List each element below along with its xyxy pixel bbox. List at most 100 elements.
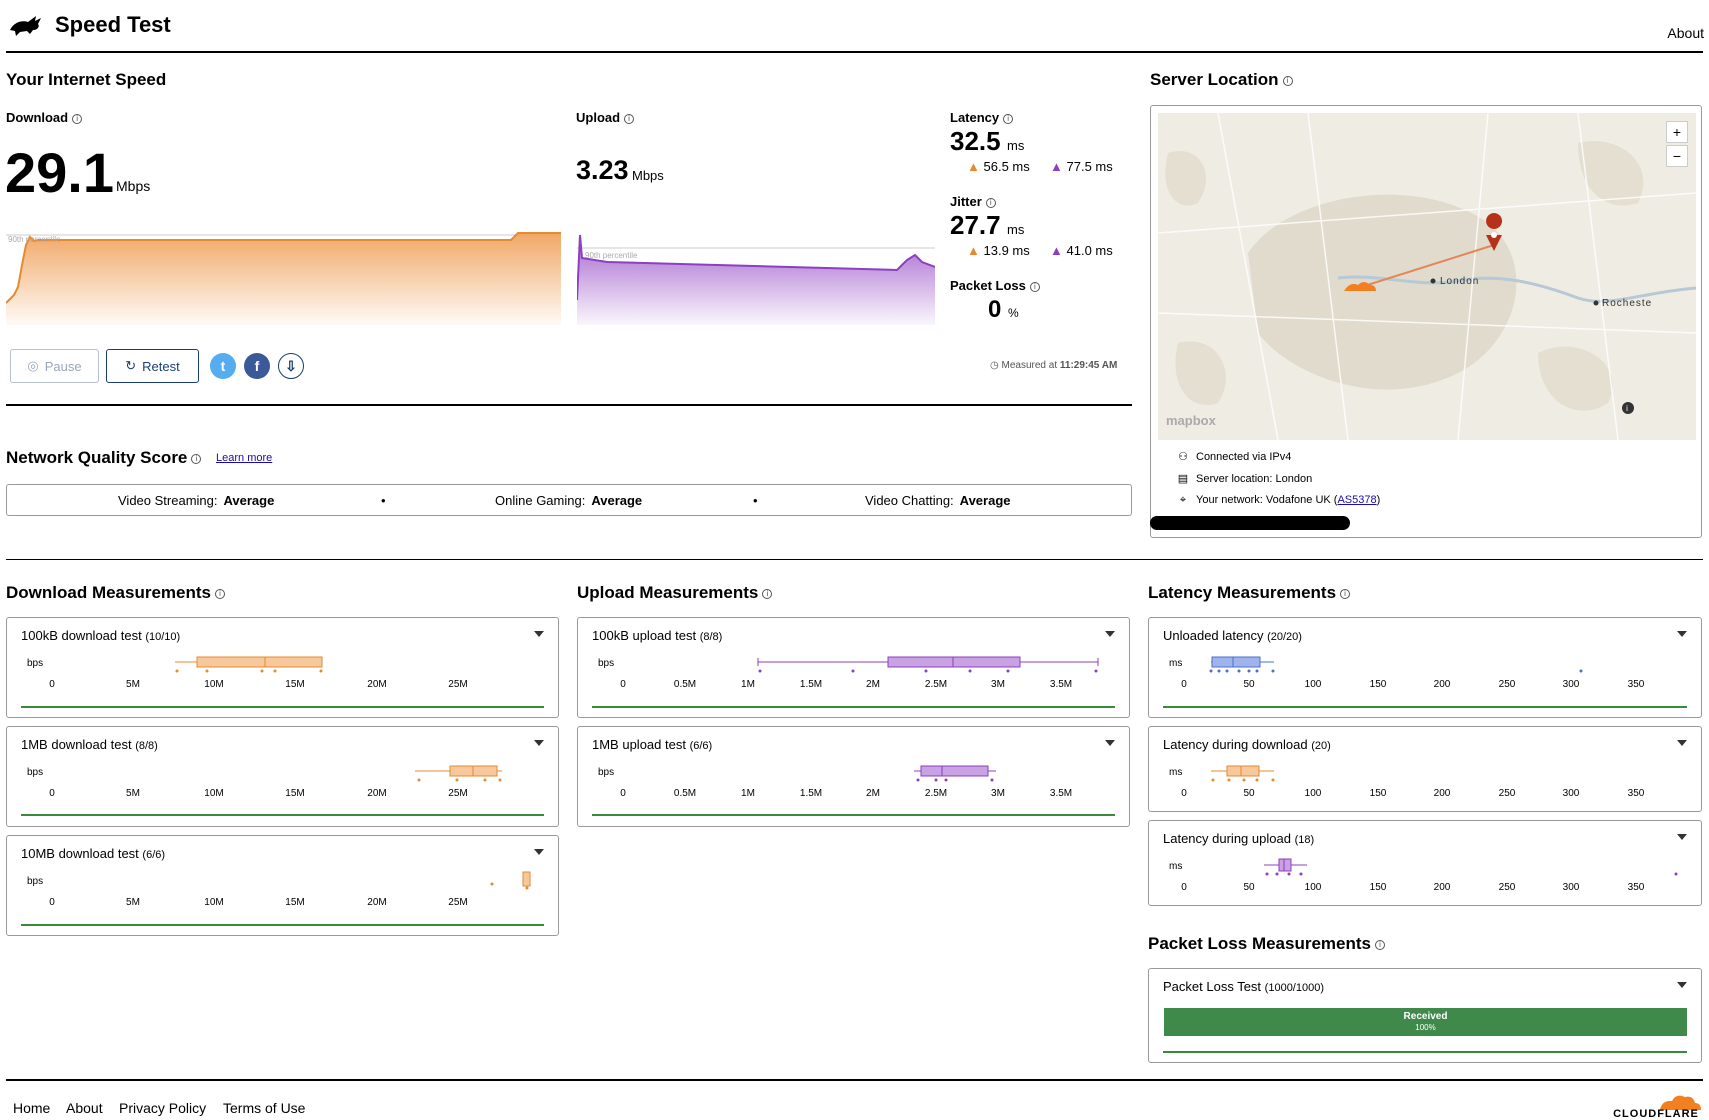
- speed-divider: [6, 404, 1132, 406]
- info-icon[interactable]: i: [762, 588, 773, 599]
- chevron-down-icon[interactable]: [1677, 982, 1687, 988]
- learn-more-link[interactable]: Learn more: [216, 452, 272, 464]
- server-map[interactable]: i London Rocheste mapbox + −: [1158, 113, 1696, 440]
- chevron-down-icon[interactable]: [1677, 834, 1687, 840]
- tick-label: 100: [1304, 788, 1322, 799]
- chevron-down-icon[interactable]: [534, 740, 544, 746]
- pause-button[interactable]: ◎ Pause: [10, 349, 99, 383]
- tick-label: 3M: [991, 788, 1005, 799]
- info-icon[interactable]: i: [1003, 113, 1014, 124]
- success-line: [1163, 1051, 1687, 1053]
- tick-label: 300: [1562, 788, 1580, 799]
- twitter-share-icon[interactable]: t: [210, 353, 236, 379]
- tick-label: 5M: [126, 788, 140, 799]
- upload-test-card: 100kB upload test (8/8) bps 0 0.5M 1M 1.…: [577, 617, 1130, 718]
- box-plot: [757, 656, 1099, 673]
- info-icon[interactable]: i: [1029, 281, 1040, 292]
- tick-label: 20M: [367, 788, 387, 799]
- tick-label: 350: [1627, 882, 1645, 893]
- tick-label: 15M: [285, 788, 305, 799]
- box-plot: [914, 765, 996, 782]
- tick-label: 0: [49, 897, 55, 908]
- speed-section-title: Your Internet Speed: [6, 70, 167, 89]
- success-line: [21, 814, 544, 816]
- tick-label: 200: [1433, 882, 1451, 893]
- info-icon[interactable]: i: [72, 113, 83, 124]
- tick-label: 50: [1243, 679, 1255, 690]
- footer-home-link[interactable]: Home: [13, 1100, 50, 1116]
- info-icon[interactable]: i: [1282, 75, 1293, 86]
- network-quality-title: Network Quality Score i: [6, 448, 202, 468]
- latency-download: ▲ 56.5 ms: [967, 159, 1030, 174]
- footer-terms-link[interactable]: Terms of Use: [223, 1100, 305, 1116]
- cloudflare-logo[interactable]: CLOUDFLARE: [1608, 1090, 1704, 1120]
- latency-measurements-title: Latency Measurements i: [1148, 583, 1351, 603]
- info-icon[interactable]: i: [1375, 939, 1385, 950]
- info-icon[interactable]: i: [191, 453, 202, 464]
- nq-video-chatting: Video Chatting: Average: [865, 493, 1011, 508]
- tick-label: 25M: [448, 788, 468, 799]
- tick-label: 5M: [126, 897, 140, 908]
- tick-label: 3.5M: [1049, 679, 1073, 690]
- header-divider: [6, 51, 1703, 53]
- download-results-icon[interactable]: ⇩: [278, 353, 304, 379]
- latency-test-card: Latency during upload (18) ms 0 50 100 1…: [1148, 820, 1702, 906]
- chevron-down-icon[interactable]: [1105, 631, 1115, 637]
- box-plot: [1209, 656, 1583, 673]
- mapbox-attribution[interactable]: mapbox: [1166, 413, 1216, 428]
- packet-loss-unit: %: [1008, 306, 1019, 320]
- tick-label: 150: [1369, 882, 1387, 893]
- tick-label: 300: [1562, 882, 1580, 893]
- tick-label: 0.5M: [673, 679, 697, 690]
- jitter-value: 27.7: [950, 210, 1001, 240]
- nq-dot: •: [753, 493, 758, 508]
- packet-loss-label: Packet Loss i: [950, 278, 1040, 293]
- zoom-in-button[interactable]: +: [1666, 121, 1688, 143]
- tick-label: 300: [1562, 679, 1580, 690]
- upload-value: 3.23: [576, 155, 629, 185]
- tick-label: 0: [620, 788, 626, 799]
- chevron-down-icon[interactable]: [534, 631, 544, 637]
- header-about-link[interactable]: About: [1667, 25, 1704, 41]
- chevron-down-icon[interactable]: [534, 849, 544, 855]
- chevron-down-icon[interactable]: [1677, 631, 1687, 637]
- tick-label: 20M: [367, 679, 387, 690]
- info-icon[interactable]: i: [624, 113, 635, 124]
- tick-label: 0: [49, 679, 55, 690]
- tick-label: 250: [1498, 788, 1516, 799]
- jitter-upload: ▲ 41.0 ms: [1050, 243, 1113, 258]
- rabbit-logo-icon[interactable]: [8, 12, 44, 43]
- info-icon[interactable]: i: [215, 588, 225, 599]
- tick-label: 200: [1433, 788, 1451, 799]
- facebook-share-icon[interactable]: f: [244, 353, 270, 379]
- footer-divider: [6, 1079, 1703, 1081]
- asn-link[interactable]: AS5378: [1337, 494, 1376, 506]
- retest-button[interactable]: ↻ Retest: [106, 349, 199, 383]
- info-icon[interactable]: i: [1340, 588, 1351, 599]
- tick-label: 200: [1433, 679, 1451, 690]
- success-line: [592, 814, 1115, 816]
- upload-measurements-title: Upload Measurements i: [577, 583, 773, 603]
- chevron-down-icon[interactable]: [1105, 740, 1115, 746]
- footer-privacy-link[interactable]: Privacy Policy: [119, 1100, 206, 1116]
- download-test-title: 1MB download test (8/8): [21, 737, 158, 752]
- chevron-down-icon[interactable]: [1677, 740, 1687, 746]
- download-area-chart: 90th percentile: [6, 232, 561, 325]
- upload-test-title: 100kB upload test (8/8): [592, 628, 723, 643]
- refresh-icon: ↻: [125, 358, 137, 373]
- latency-label: Latency i: [950, 110, 1014, 125]
- map-label-rochester: Rocheste: [1602, 298, 1653, 309]
- tick-label: 2M: [866, 679, 880, 690]
- app-title: Speed Test: [55, 12, 171, 37]
- upload-test-card: 1MB upload test (6/6) bps 0 0.5M 1M 1.5M…: [577, 726, 1130, 827]
- footer-about-link[interactable]: About: [66, 1100, 103, 1116]
- upload-area-chart: 90th percentile: [577, 234, 935, 325]
- success-line: [1163, 706, 1687, 708]
- tick-label: 5M: [126, 679, 140, 690]
- success-line: [21, 706, 544, 708]
- tick-label: 25M: [448, 679, 468, 690]
- success-line: [592, 706, 1115, 708]
- download-value: 29.1: [5, 141, 114, 204]
- zoom-out-button[interactable]: −: [1666, 145, 1688, 167]
- info-icon[interactable]: i: [985, 197, 996, 208]
